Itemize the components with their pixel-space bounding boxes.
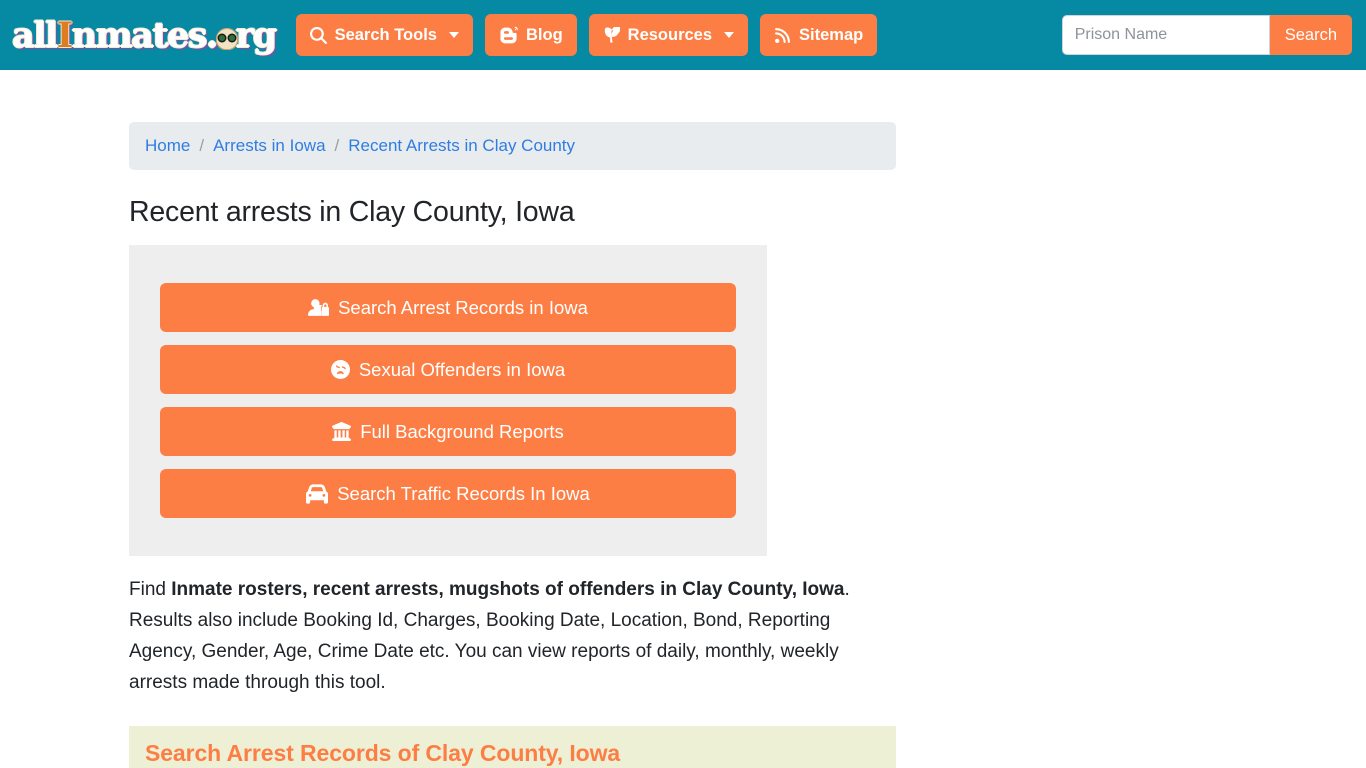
blogger-b-icon bbox=[499, 26, 518, 45]
logo-letters-ll: ll bbox=[33, 14, 58, 56]
breadcrumb-separator: / bbox=[199, 136, 205, 155]
section-heading: Search Arrest Records of Clay County, Io… bbox=[145, 740, 621, 766]
logo-dot: . bbox=[205, 14, 218, 56]
seedling-leaf-icon bbox=[603, 26, 620, 44]
nav-item-label: Resources bbox=[627, 25, 713, 44]
button-label: Sexual Offenders in Iowa bbox=[358, 358, 566, 380]
lead-bold: Inmate rosters, recent arrests, mugshots… bbox=[171, 579, 845, 600]
logo-letters-rg: rg bbox=[235, 14, 277, 56]
lead-prefix: Find bbox=[129, 579, 172, 600]
prison-name-search-input[interactable] bbox=[1061, 15, 1270, 55]
nav-item-sitemap[interactable]: Sitemap bbox=[760, 14, 878, 56]
user-lock-icon bbox=[308, 297, 330, 318]
logo-face-badge-icon bbox=[215, 27, 238, 50]
button-label: Search Traffic Records In Iowa bbox=[337, 482, 590, 504]
section-heading-banner: Search Arrest Records of Clay County, Io… bbox=[129, 726, 896, 768]
button-label: Full Background Reports bbox=[360, 420, 564, 442]
site-header: allInmates. rg Search Tools Blog Resourc… bbox=[0, 0, 1366, 70]
primary-nav: Search Tools Blog Resources Sitemap bbox=[295, 14, 878, 56]
nav-item-resources[interactable]: Resources bbox=[588, 14, 749, 56]
nav-item-label: Search Tools bbox=[334, 25, 437, 44]
sexual-offenders-button[interactable]: Sexual Offenders in Iowa bbox=[160, 345, 736, 394]
breadcrumb: Home / Arrests in Iowa / Recent Arrests … bbox=[129, 122, 896, 170]
header-search-button[interactable]: Search bbox=[1269, 15, 1352, 55]
angry-face-icon bbox=[330, 360, 350, 379]
action-buttons-panel: Search Arrest Records in Iowa Sexual Off… bbox=[129, 245, 767, 556]
page-title: Recent arrests in Clay County, Iowa bbox=[129, 196, 575, 228]
nav-item-label: Sitemap bbox=[799, 25, 864, 44]
nav-item-blog[interactable]: Blog bbox=[484, 14, 577, 56]
logo-wordmark: allInmates. rg bbox=[12, 14, 277, 56]
landmark-building-icon bbox=[332, 422, 352, 441]
site-logo[interactable]: allInmates. rg bbox=[12, 13, 277, 57]
search-traffic-records-button[interactable]: Search Traffic Records In Iowa bbox=[160, 469, 736, 518]
nav-item-label: Blog bbox=[525, 25, 563, 44]
full-background-reports-button[interactable]: Full Background Reports bbox=[160, 407, 736, 456]
header-search-group: Search bbox=[1061, 15, 1352, 55]
button-label: Search Arrest Records in Iowa bbox=[338, 296, 588, 318]
page-body: Home / Arrests in Iowa / Recent Arrests … bbox=[0, 122, 1366, 768]
nav-item-search-tools[interactable]: Search Tools bbox=[295, 14, 473, 56]
page-description: Find Inmate rosters, recent arrests, mug… bbox=[129, 574, 859, 698]
logo-letter-a: a bbox=[12, 14, 35, 56]
breadcrumb-item-home[interactable]: Home bbox=[145, 136, 190, 156]
breadcrumb-item-arrests-in-iowa[interactable]: Arrests in Iowa bbox=[213, 136, 325, 156]
chevron-down-icon bbox=[724, 32, 735, 38]
logo-letters-nmates: nmates bbox=[71, 14, 208, 56]
breadcrumb-item-recent-arrests[interactable]: Recent Arrests in Clay County bbox=[348, 136, 575, 156]
search-arrest-records-button[interactable]: Search Arrest Records in Iowa bbox=[160, 283, 736, 332]
search-magnifier-icon bbox=[309, 26, 327, 44]
chevron-down-icon bbox=[448, 32, 459, 38]
breadcrumb-separator: / bbox=[334, 136, 340, 155]
car-icon bbox=[306, 483, 329, 505]
rss-feed-icon bbox=[774, 27, 791, 44]
logo-letter-i: I bbox=[56, 14, 73, 56]
content-container: Home / Arrests in Iowa / Recent Arrests … bbox=[0, 122, 1366, 768]
